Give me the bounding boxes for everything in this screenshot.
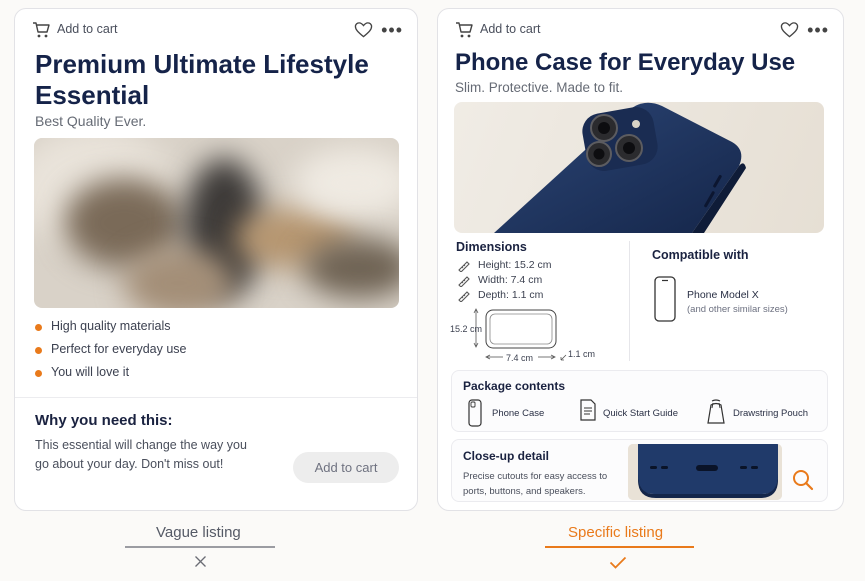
phone-case-icon bbox=[468, 399, 482, 427]
package-item: Phone Case bbox=[468, 399, 558, 427]
caption-underline bbox=[545, 546, 694, 548]
phone-icon bbox=[654, 276, 676, 322]
bullet-dot-icon bbox=[35, 347, 42, 354]
list-item: You will love it bbox=[35, 365, 186, 388]
closeup-image bbox=[628, 444, 782, 500]
pouch-icon bbox=[707, 399, 725, 424]
vague-listing-caption: Vague listing bbox=[156, 524, 241, 541]
list-item: Perfect for everyday use bbox=[35, 342, 186, 365]
package-contents-heading: Package contents bbox=[463, 379, 566, 393]
magnifier-icon[interactable] bbox=[792, 469, 814, 491]
compatible-note: (and other similar sizes) bbox=[687, 304, 788, 315]
feature-list: High quality materials Perfect for every… bbox=[35, 319, 186, 388]
product-title: Premium Ultimate Lifestyle Essential bbox=[35, 49, 369, 110]
closeup-detail-panel: Close-up detail Precise cutouts for easy… bbox=[451, 439, 828, 502]
dimensions-heading: Dimensions bbox=[456, 240, 527, 254]
cross-icon bbox=[195, 556, 206, 567]
blurred-product-image bbox=[34, 138, 399, 308]
product-subtitle: Best Quality Ever. bbox=[35, 113, 147, 129]
list-item: High quality materials bbox=[35, 319, 186, 342]
vague-listing-card: Add to cart ••• Premium Ultimate Lifesty… bbox=[14, 8, 418, 511]
cart-icon[interactable] bbox=[32, 21, 50, 39]
cart-icon[interactable] bbox=[455, 21, 473, 39]
closeup-text: Precise cutouts for easy access to ports… bbox=[463, 471, 608, 497]
specific-listing-caption: Specific listing bbox=[568, 524, 664, 541]
compatible-heading: Compatible with bbox=[652, 248, 749, 262]
check-icon bbox=[609, 556, 627, 569]
package-item: Quick Start Guide bbox=[580, 399, 700, 425]
package-item: Drawstring Pouch bbox=[706, 399, 826, 425]
specific-listing-card: Add to cart ••• Phone Case for Everyday … bbox=[437, 8, 844, 511]
more-options-icon[interactable]: ••• bbox=[807, 21, 829, 39]
bullet-dot-icon bbox=[35, 324, 42, 331]
package-contents-panel: Package contents Phone Case Quick Start … bbox=[451, 370, 828, 432]
card-topbar: Add to cart ••• bbox=[32, 21, 403, 39]
product-title: Phone Case for Everyday Use bbox=[455, 49, 796, 76]
more-options-icon[interactable]: ••• bbox=[381, 21, 403, 39]
card-topbar: Add to cart ••• bbox=[455, 21, 829, 39]
phone-case-product-image bbox=[454, 102, 824, 233]
divider bbox=[15, 397, 417, 398]
product-subtitle: Slim. Protective. Made to fit. bbox=[455, 80, 624, 95]
ruler-icon bbox=[458, 261, 470, 272]
heart-icon[interactable] bbox=[780, 21, 799, 39]
width-dimension-label: 7.4 cm bbox=[506, 353, 534, 363]
add-to-cart-button[interactable]: Add to cart bbox=[293, 452, 399, 483]
add-to-cart-link[interactable]: Add to cart bbox=[480, 22, 540, 36]
dimension-diagram: 15.2 cm 7.4 cm 1.1 cm bbox=[448, 307, 598, 367]
ruler-icon bbox=[458, 291, 470, 302]
depth-dimension-label: 1.1 cm bbox=[568, 349, 596, 359]
why-heading: Why you need this: bbox=[35, 412, 173, 429]
why-text: This essential will change the way you g… bbox=[35, 438, 247, 471]
ruler-icon bbox=[458, 276, 470, 287]
height-dimension-label: 15.2 cm bbox=[450, 324, 483, 334]
bullet-dot-icon bbox=[35, 370, 42, 377]
document-icon bbox=[580, 399, 596, 421]
compatible-model: Phone Model X bbox=[687, 289, 759, 301]
add-to-cart-link[interactable]: Add to cart bbox=[57, 22, 117, 36]
caption-underline bbox=[125, 546, 275, 548]
divider bbox=[629, 241, 630, 361]
closeup-heading: Close-up detail bbox=[463, 449, 550, 463]
heart-icon[interactable] bbox=[354, 21, 373, 39]
